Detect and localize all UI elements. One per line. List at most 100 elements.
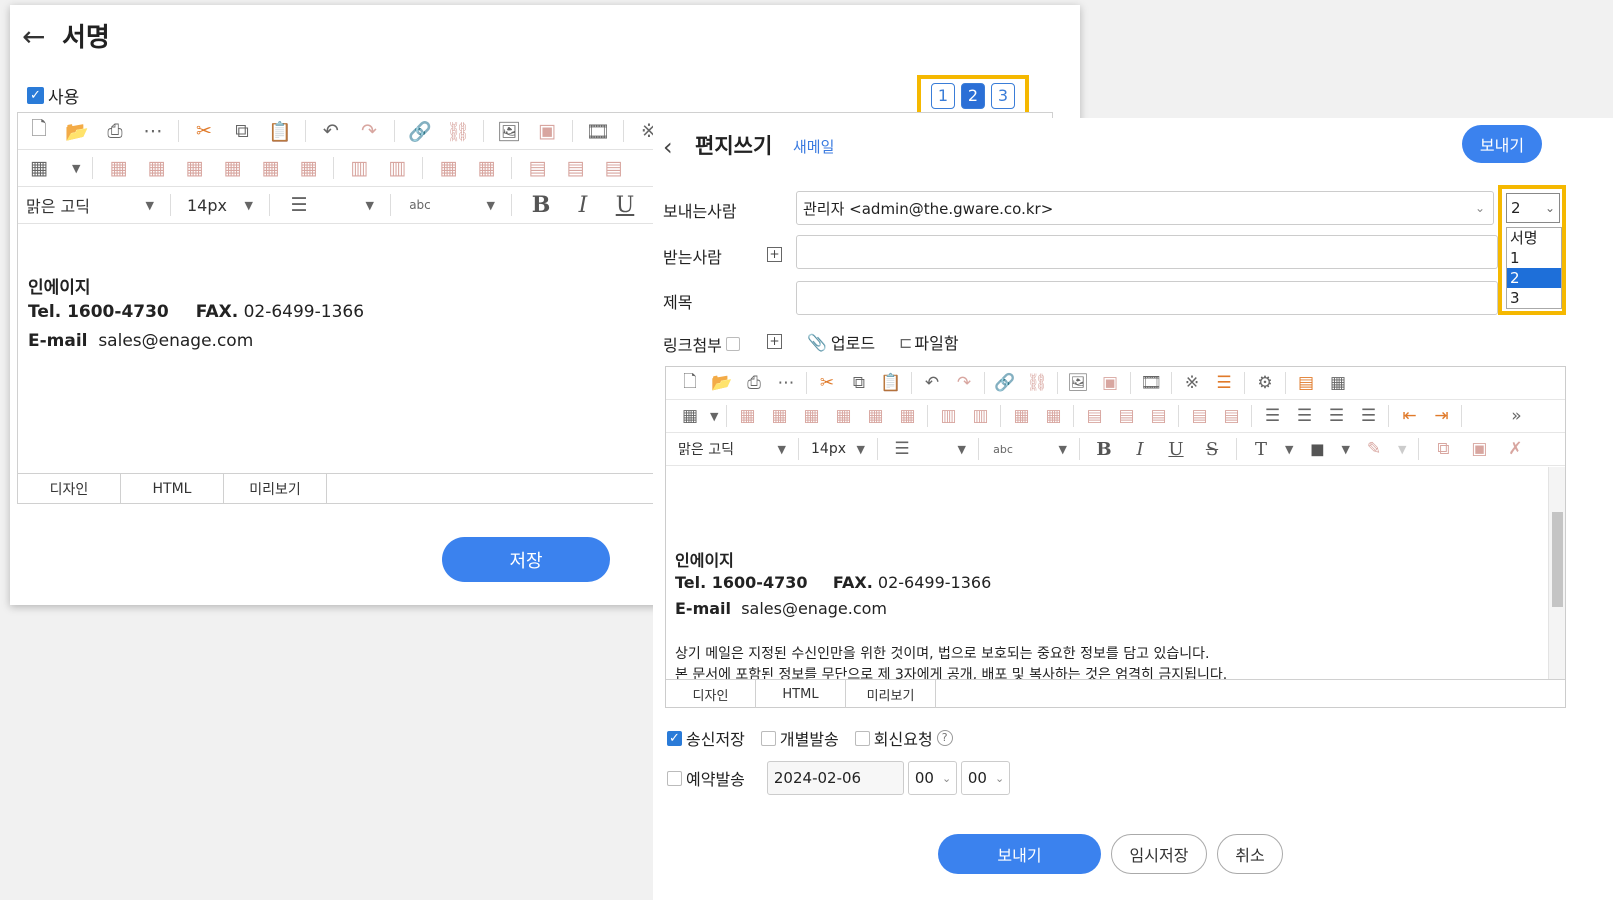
- chevron-down-icon[interactable]: ▼: [1341, 443, 1349, 456]
- link-icon[interactable]: 🔗: [407, 120, 433, 143]
- checkbox-checked-icon[interactable]: ✓: [27, 87, 44, 104]
- individual-send-checkbox[interactable]: [760, 730, 776, 746]
- special-char-icon[interactable]: ※: [1180, 373, 1204, 393]
- background-color-icon[interactable]: ◼: [1305, 439, 1329, 460]
- underline-icon[interactable]: U: [612, 193, 638, 218]
- page-break-icon[interactable]: ⋯: [774, 373, 798, 393]
- image-edit-icon[interactable]: ▣: [534, 120, 560, 142]
- new-mail-link[interactable]: 새메일: [793, 136, 834, 157]
- image-icon[interactable]: 🖼: [496, 120, 522, 143]
- table-props-icon[interactable]: ▦: [1041, 406, 1065, 426]
- media-icon[interactable]: 🎞: [1139, 373, 1163, 393]
- schedule-hour-select[interactable]: 00 ⌄: [907, 761, 957, 795]
- link-icon[interactable]: 🔗: [993, 373, 1017, 393]
- signature-option[interactable]: 1: [1507, 248, 1561, 268]
- copy-icon[interactable]: ⧉: [847, 373, 871, 393]
- bold-icon[interactable]: B: [1092, 439, 1116, 460]
- signature-select[interactable]: 2 ⌄: [1506, 193, 1560, 223]
- help-icon[interactable]: ?: [936, 730, 953, 746]
- page-break-icon[interactable]: ⋯: [140, 120, 166, 142]
- print-icon[interactable]: ⎙: [742, 373, 766, 393]
- paste-icon[interactable]: 📋: [267, 120, 293, 143]
- cancel-button[interactable]: 취소: [1217, 834, 1283, 874]
- reply-request-checkbox[interactable]: [854, 730, 870, 746]
- unlink-icon[interactable]: ⛓: [445, 120, 471, 143]
- table-insert-row-below-icon[interactable]: ▦: [767, 406, 791, 426]
- align-justify-icon[interactable]: ☰: [1356, 406, 1380, 426]
- font-family-select[interactable]: 맑은 고딕 ▼: [26, 193, 154, 217]
- schedule-minute-select[interactable]: 00 ⌄: [960, 761, 1010, 795]
- indent-icon[interactable]: ⇥: [1429, 406, 1453, 426]
- open-file-icon[interactable]: 📂: [710, 373, 734, 393]
- align-top-icon[interactable]: ▤: [524, 157, 550, 179]
- schedule-send-checkbox[interactable]: [667, 770, 682, 786]
- align-middle-icon[interactable]: ▤: [1114, 406, 1138, 426]
- table-icon[interactable]: ▦: [26, 157, 52, 179]
- send-button-top[interactable]: 보내기: [1462, 125, 1542, 163]
- table-insert-col-icon[interactable]: ▦: [799, 406, 823, 426]
- align-top-icon[interactable]: ▤: [1082, 406, 1106, 426]
- letter-spacing-select[interactable]: abc ▼: [991, 443, 1067, 456]
- font-size-select[interactable]: 14px ▼: [187, 196, 253, 215]
- tab-design[interactable]: 디자인: [18, 474, 121, 504]
- underline-icon[interactable]: U: [1164, 439, 1188, 460]
- paste-icon[interactable]: 📋: [879, 373, 903, 393]
- cell-insert-icon[interactable]: ▤: [1187, 406, 1211, 426]
- tab-design[interactable]: 디자인: [666, 680, 756, 708]
- copy-icon[interactable]: ⧉: [229, 120, 255, 142]
- align-right-icon[interactable]: ☰: [1324, 406, 1348, 426]
- chevron-down-icon[interactable]: ▼: [1285, 443, 1293, 456]
- individual-send-option[interactable]: 개별발송: [760, 726, 839, 750]
- align-left-icon[interactable]: ☰: [1260, 406, 1284, 426]
- media-icon[interactable]: 🎞: [585, 120, 611, 143]
- page-2-button[interactable]: 2: [961, 82, 985, 109]
- horizontal-rule-icon[interactable]: ☰: [1212, 373, 1236, 393]
- align-center-icon[interactable]: ☰: [1292, 406, 1316, 426]
- align-middle-icon[interactable]: ▤: [562, 157, 588, 179]
- table-insert-row-icon[interactable]: ▦: [735, 406, 759, 426]
- copy-format-icon[interactable]: ⧉: [1431, 439, 1455, 459]
- signature-option-selected[interactable]: 2: [1507, 268, 1561, 288]
- highlight-icon[interactable]: ✎: [1362, 439, 1386, 459]
- subject-input[interactable]: [796, 281, 1498, 315]
- image-edit-icon[interactable]: ▣: [1098, 373, 1122, 393]
- font-family-select[interactable]: 맑은 고딕 ▼: [678, 439, 786, 459]
- undo-icon[interactable]: ↶: [318, 120, 344, 142]
- redo-icon[interactable]: ↷: [952, 373, 976, 393]
- sender-select[interactable]: 관리자 <admin@the.gware.co.kr> ⌄: [796, 191, 1494, 225]
- letter-spacing-select[interactable]: abc ▼: [407, 198, 495, 212]
- recipient-input[interactable]: [796, 235, 1498, 269]
- table-delete-row-icon[interactable]: ▦: [863, 406, 887, 426]
- align-bottom-icon[interactable]: ▤: [600, 157, 626, 179]
- back-arrow-icon[interactable]: ←: [22, 20, 45, 53]
- use-checkbox[interactable]: ✓ 사용: [27, 83, 79, 108]
- table-insert-col-icon[interactable]: ▦: [181, 157, 207, 179]
- link-attach-checkbox[interactable]: [725, 337, 740, 351]
- unlink-icon[interactable]: ⛓: [1025, 373, 1049, 393]
- table-props-icon[interactable]: ▦: [473, 157, 499, 179]
- scrollbar-thumb[interactable]: [1552, 512, 1563, 607]
- page-1-button[interactable]: 1: [931, 82, 955, 109]
- grid-icon[interactable]: ▦: [1326, 373, 1350, 393]
- new-document-icon[interactable]: 🗋: [26, 115, 52, 147]
- add-recipient-icon[interactable]: +: [767, 247, 782, 262]
- table-insert-row-icon[interactable]: ▦: [105, 157, 131, 179]
- strikethrough-icon[interactable]: S: [1200, 439, 1224, 460]
- add-attachment-icon[interactable]: +: [767, 334, 782, 349]
- more-tools-icon[interactable]: »: [1504, 406, 1528, 426]
- save-draft-button[interactable]: 임시저장: [1111, 834, 1207, 874]
- file-box-button[interactable]: ⊏ 파일함: [899, 330, 959, 354]
- new-document-icon[interactable]: 🗋: [678, 369, 702, 398]
- italic-icon[interactable]: I: [570, 193, 596, 218]
- undo-icon[interactable]: ↶: [920, 373, 944, 393]
- line-height-select[interactable]: ☰ ▼: [890, 439, 966, 459]
- clear-format-icon[interactable]: ✗: [1503, 439, 1527, 459]
- chevron-down-icon[interactable]: ▼: [72, 162, 80, 175]
- image-icon[interactable]: 🖼: [1066, 373, 1090, 393]
- send-button[interactable]: 보내기: [938, 834, 1101, 874]
- back-chevron-icon[interactable]: ‹: [663, 133, 673, 161]
- open-file-icon[interactable]: 📂: [64, 120, 90, 143]
- table-delete-col-icon[interactable]: ▦: [295, 157, 321, 179]
- font-size-select[interactable]: 14px ▼: [811, 441, 865, 457]
- outdent-icon[interactable]: ⇤: [1397, 406, 1421, 426]
